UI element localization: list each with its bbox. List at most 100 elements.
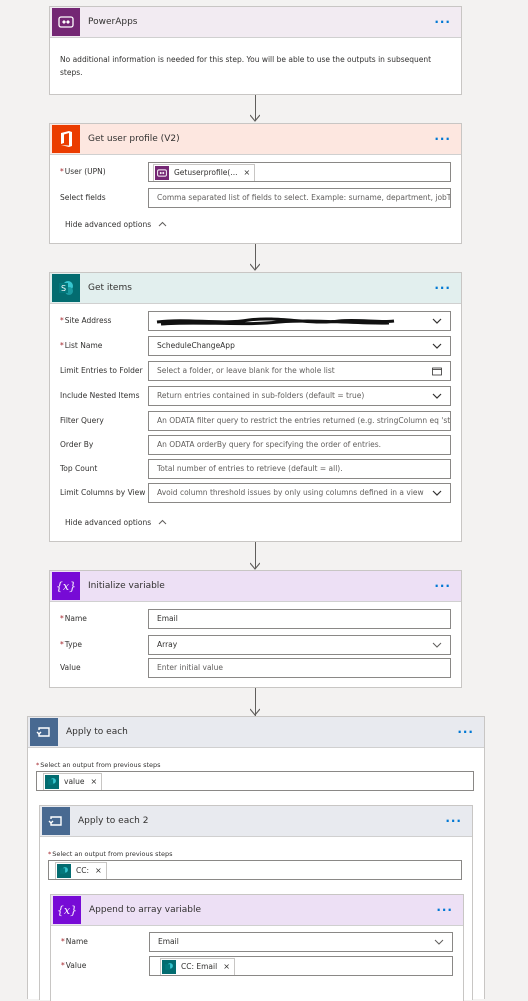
- sharepoint-token-icon: [57, 864, 71, 878]
- powerapps-header[interactable]: PowerApps ···: [50, 7, 461, 38]
- more-options-icon[interactable]: ···: [436, 904, 453, 916]
- more-options-icon[interactable]: ···: [445, 815, 462, 827]
- order-by-label: Order By: [60, 440, 94, 449]
- initialize-variable-title: Initialize variable: [88, 581, 165, 591]
- sharepoint-token-icon: [162, 960, 176, 974]
- site-address-dropdown[interactable]: [148, 311, 451, 331]
- var-name-label: *Name: [60, 614, 87, 623]
- filter-query-label: Filter Query: [60, 416, 104, 425]
- chevron-up-icon: [158, 519, 166, 525]
- limit-folder-row: Limit Entries to Folder Select a folder,…: [50, 361, 461, 381]
- loop-icon: [42, 807, 70, 835]
- site-address-row: *Site Address: [50, 311, 461, 331]
- include-nested-row: Include Nested Items Return entries cont…: [50, 386, 461, 406]
- var-value-input[interactable]: Enter initial value: [148, 658, 451, 678]
- remove-token-icon[interactable]: ×: [244, 164, 251, 181]
- top-count-row: Top Count Total number of entries to ret…: [50, 459, 461, 479]
- limit-columns-label: Limit Columns by View: [60, 488, 146, 497]
- powerapps-title: PowerApps: [88, 17, 138, 27]
- append-name-row: *Name Email: [51, 932, 463, 952]
- filter-query-input[interactable]: An ODATA filter query to restrict the en…: [148, 411, 451, 431]
- dynamic-content-token[interactable]: Getuserprofile(... ×: [153, 164, 256, 181]
- more-options-icon[interactable]: ···: [434, 133, 451, 145]
- limit-folder-input[interactable]: Select a folder, or leave blank for the …: [148, 361, 451, 381]
- select-fields-row: Select fields Comma separated list of fi…: [50, 188, 461, 208]
- arrow-down-icon: [250, 263, 260, 271]
- user-upn-label: *User (UPN): [60, 167, 106, 176]
- dynamic-content-token[interactable]: CC: ×: [55, 862, 107, 879]
- apply-to-each-2-title: Apply to each 2: [78, 816, 149, 826]
- append-to-array-header[interactable]: {x} Append to array variable ···: [51, 895, 463, 926]
- select-fields-label: Select fields: [60, 193, 106, 202]
- select-fields-input[interactable]: Comma separated list of fields to select…: [148, 188, 451, 208]
- user-upn-field[interactable]: Getuserprofile(... ×: [148, 162, 451, 182]
- chevron-down-icon[interactable]: [432, 391, 442, 401]
- append-name-value: Email: [158, 937, 179, 946]
- office-icon: [52, 125, 80, 153]
- dynamic-content-token[interactable]: CC: Email ×: [160, 958, 235, 975]
- chevron-down-icon[interactable]: [432, 640, 442, 650]
- chevron-up-icon: [158, 221, 166, 227]
- top-count-label: Top Count: [60, 464, 98, 473]
- chevron-down-icon[interactable]: [432, 316, 442, 326]
- include-nested-dropdown[interactable]: Return entries contained in sub-folders …: [148, 386, 451, 406]
- var-value-row: Value Enter initial value: [50, 658, 461, 678]
- more-options-icon[interactable]: ···: [457, 726, 474, 738]
- var-type-dropdown[interactable]: Array: [148, 635, 451, 655]
- append-value-input[interactable]: CC: Email ×: [149, 956, 453, 976]
- token-label: Getuserprofile(...: [174, 168, 238, 177]
- list-name-row: *List Name ScheduleChangeApp: [50, 336, 461, 356]
- initialize-variable-header[interactable]: {x} Initialize variable ···: [50, 571, 461, 602]
- powerapps-icon: [52, 8, 80, 36]
- append-to-array-title: Append to array variable: [89, 905, 202, 915]
- initialize-variable-card: {x} Initialize variable ··· *Name Email …: [49, 570, 462, 688]
- get-user-profile-card: Get user profile (V2) ··· *User (UPN) Ge…: [49, 123, 462, 244]
- order-by-row: Order By An ODATA orderBy query for spec…: [50, 435, 461, 455]
- top-count-input[interactable]: Total number of entries to retrieve (def…: [148, 459, 451, 479]
- apply-to-each-2-header[interactable]: Apply to each 2 ···: [40, 806, 472, 837]
- append-value-row: *Value CC: Email ×: [51, 956, 463, 976]
- hide-advanced-options-link[interactable]: Hide advanced options: [65, 518, 167, 527]
- variable-icon: {x}: [53, 896, 81, 924]
- list-name-dropdown[interactable]: ScheduleChangeApp: [148, 336, 451, 356]
- apply-to-each-header[interactable]: Apply to each ···: [28, 717, 484, 748]
- chevron-down-icon[interactable]: [432, 341, 442, 351]
- var-type-value: Array: [157, 640, 178, 649]
- redaction-scribble: [156, 317, 395, 326]
- powerapps-info-text: No additional information is needed for …: [60, 55, 432, 77]
- remove-token-icon[interactable]: ×: [91, 773, 98, 790]
- get-items-header[interactable]: S Get items ···: [50, 273, 461, 304]
- dynamic-content-token[interactable]: value ×: [43, 773, 103, 790]
- filter-query-row: Filter Query An ODATA filter query to re…: [50, 411, 461, 431]
- chevron-down-icon[interactable]: [432, 488, 442, 498]
- var-name-row: *Name Email: [50, 609, 461, 629]
- var-type-label: *Type: [60, 640, 82, 649]
- token-label: CC:: [76, 866, 90, 875]
- limit-columns-row: Limit Columns by View Avoid column thres…: [50, 483, 461, 503]
- more-options-icon[interactable]: ···: [434, 16, 451, 28]
- sharepoint-icon: S: [52, 274, 80, 302]
- list-name-label: *List Name: [60, 341, 103, 350]
- limit-folder-label: Limit Entries to Folder: [60, 366, 143, 375]
- token-label: CC: Email: [181, 962, 218, 971]
- limit-columns-dropdown[interactable]: Avoid column threshold issues by only us…: [148, 483, 451, 503]
- hide-advanced-options-link[interactable]: Hide advanced options: [65, 220, 167, 229]
- get-user-profile-title: Get user profile (V2): [88, 134, 180, 144]
- chevron-down-icon[interactable]: [434, 937, 444, 947]
- apply-to-each-card: Apply to each ··· *Select an output from…: [27, 716, 485, 1001]
- more-options-icon[interactable]: ···: [434, 580, 451, 592]
- folder-icon[interactable]: [432, 366, 442, 376]
- remove-token-icon[interactable]: ×: [223, 958, 230, 975]
- order-by-input[interactable]: An ODATA orderBy query for specifying th…: [148, 435, 451, 455]
- select-output-input[interactable]: CC: ×: [48, 860, 462, 880]
- site-address-label: *Site Address: [60, 316, 112, 325]
- sharepoint-token-icon: [45, 775, 59, 789]
- user-upn-row: *User (UPN) Getuserprofile(... ×: [50, 162, 461, 182]
- append-name-dropdown[interactable]: Email: [149, 932, 453, 952]
- get-user-profile-header[interactable]: Get user profile (V2) ···: [50, 124, 461, 155]
- more-options-icon[interactable]: ···: [434, 282, 451, 294]
- remove-token-icon[interactable]: ×: [95, 862, 102, 879]
- var-type-row: *Type Array: [50, 635, 461, 655]
- var-name-input[interactable]: Email: [148, 609, 451, 629]
- select-output-input[interactable]: value ×: [36, 771, 474, 791]
